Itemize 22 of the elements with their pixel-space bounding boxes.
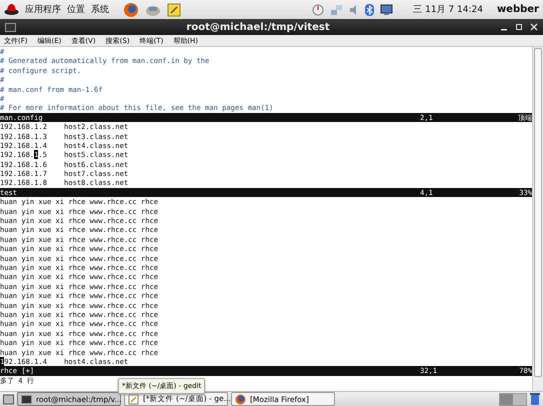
monitor-icon[interactable] — [380, 4, 394, 16]
terminal-icon — [21, 394, 32, 404]
bluetooth-icon[interactable] — [365, 4, 374, 16]
scrollbar[interactable] — [532, 47, 543, 391]
user-name[interactable]: webber — [496, 4, 539, 15]
hat-logo-icon[interactable] — [4, 3, 19, 16]
globe-icon — [235, 394, 246, 404]
close-icon[interactable] — [530, 23, 538, 31]
maximize-icon[interactable] — [515, 23, 523, 31]
panel-menu[interactable]: 应用程序 — [25, 3, 61, 16]
workspace-switcher[interactable] — [499, 392, 527, 406]
notepad-icon — [128, 394, 139, 404]
notepad-icon[interactable] — [167, 2, 181, 16]
trash-icon[interactable] — [530, 393, 540, 405]
desktop-icon[interactable] — [3, 394, 14, 404]
panel-menu[interactable]: 系统 — [91, 3, 109, 16]
globe-icon[interactable] — [123, 2, 139, 18]
panel-menu[interactable]: 位置 — [67, 3, 85, 16]
clock[interactable]: 三 11月 7 14:24 — [413, 3, 483, 16]
terminal-icon[interactable] — [5, 22, 16, 32]
window-title: root@michael:/tmp/vitest — [185, 22, 331, 32]
gauge-icon[interactable] — [312, 4, 324, 16]
